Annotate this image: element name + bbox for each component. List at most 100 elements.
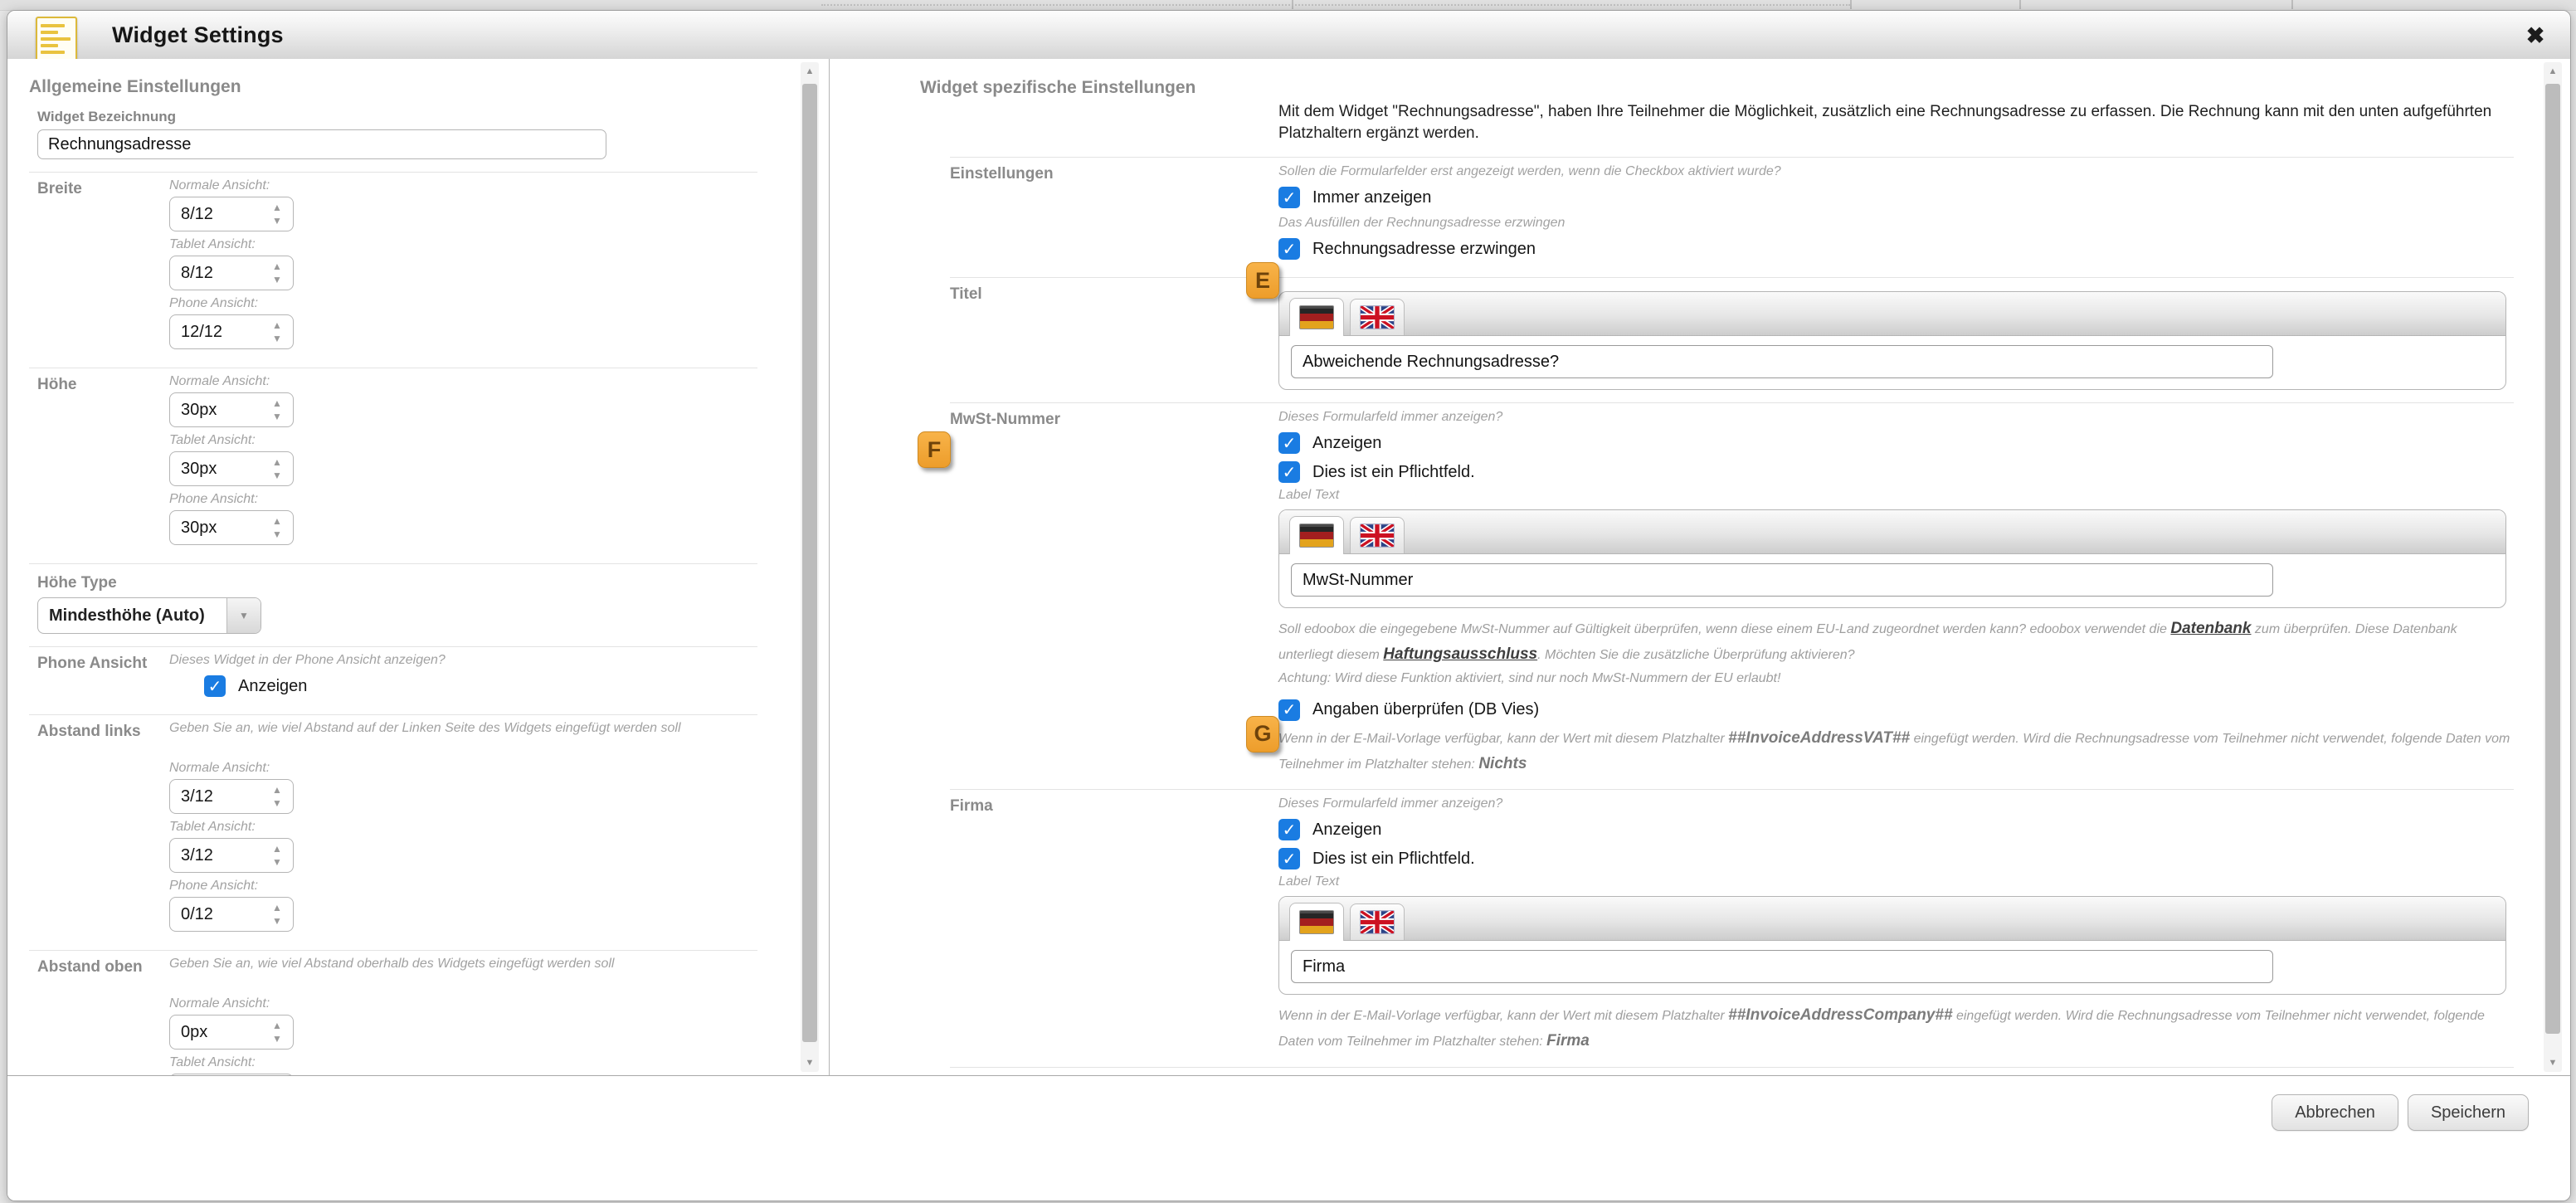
tab-language-de[interactable] bbox=[1289, 516, 1344, 554]
disclaimer-link[interactable]: Haftungsausschluss bbox=[1383, 645, 1537, 663]
checkbox-label: Immer anzeigen bbox=[1312, 188, 1431, 207]
close-button[interactable] bbox=[2519, 21, 2552, 51]
scroll-down-icon[interactable] bbox=[801, 1054, 819, 1072]
settings-hint-2: Das Ausfüllen der Rechnungsadresse erzwi… bbox=[1278, 216, 2514, 231]
scroll-up-icon[interactable] bbox=[2544, 62, 2562, 80]
company-label-de-input[interactable] bbox=[1291, 950, 2273, 983]
vat-row: F MwSt-Nummer Dieses Formularfeld immer … bbox=[950, 410, 2514, 777]
force-invoice-address-checkbox[interactable] bbox=[1278, 238, 1300, 260]
margin-left-phone-stepper[interactable]: 0/12 bbox=[169, 897, 294, 932]
title-de-input[interactable] bbox=[1291, 345, 2273, 378]
divider bbox=[950, 789, 2514, 790]
company-show-checkbox[interactable] bbox=[1278, 819, 1300, 840]
tab-language-de[interactable] bbox=[1289, 903, 1344, 941]
height-normal-stepper[interactable]: 30px bbox=[169, 392, 294, 427]
spin-up-icon[interactable] bbox=[261, 901, 293, 914]
height-tablet-stepper[interactable]: 30px bbox=[169, 451, 294, 486]
spin-down-icon[interactable] bbox=[261, 914, 293, 928]
vat-label-de-input[interactable] bbox=[1291, 563, 2273, 597]
widget-name-label: Widget Bezeichnung bbox=[37, 109, 757, 125]
save-button[interactable]: Speichern bbox=[2408, 1094, 2529, 1131]
spin-up-icon[interactable] bbox=[261, 260, 293, 273]
spin-down-icon[interactable] bbox=[261, 796, 293, 810]
tab-language-en[interactable] bbox=[1350, 517, 1405, 553]
vies-text: Soll edoobox die eingegebene MwSt-Nummer… bbox=[1278, 622, 2170, 636]
settings-hint-1: Sollen die Formularfelder erst angezeigt… bbox=[1278, 164, 2514, 179]
margin-left-hint: Geben Sie an, wie viel Abstand auf der L… bbox=[169, 721, 757, 736]
width-tablet-stepper[interactable]: 8/12 bbox=[169, 256, 294, 290]
height-phone-stepper[interactable]: 30px bbox=[169, 510, 294, 545]
always-show-checkbox[interactable] bbox=[1278, 187, 1300, 208]
vat-required-checkbox[interactable] bbox=[1278, 461, 1300, 483]
spin-down-icon[interactable] bbox=[261, 273, 293, 286]
view-tablet-label: Tablet Ansicht: bbox=[169, 237, 757, 252]
tab-language-en[interactable] bbox=[1350, 903, 1405, 940]
margin-top-normal-stepper[interactable]: 0px bbox=[169, 1015, 294, 1050]
stepper-value: 30px bbox=[170, 393, 261, 426]
widget-settings-dialog: Widget Settings Allgemeine Einstellungen… bbox=[7, 10, 2571, 1201]
database-link[interactable]: Datenbank bbox=[2170, 620, 2251, 637]
left-pane-scrollbar[interactable] bbox=[801, 62, 819, 1072]
width-normal-stepper[interactable]: 8/12 bbox=[169, 197, 294, 231]
spin-up-icon[interactable] bbox=[261, 514, 293, 528]
spin-down-icon[interactable] bbox=[261, 214, 293, 227]
spin-down-icon[interactable] bbox=[261, 469, 293, 482]
tab-language-en[interactable] bbox=[1350, 299, 1405, 335]
vies-text: . Möchten Sie die zusätzliche Überprüfun… bbox=[1537, 648, 1854, 662]
vat-label: MwSt-Nummer bbox=[950, 410, 1278, 777]
margin-left-normal-stepper[interactable]: 3/12 bbox=[169, 779, 294, 814]
cancel-button[interactable]: Abbrechen bbox=[2272, 1094, 2398, 1131]
spin-up-icon[interactable] bbox=[261, 783, 293, 796]
spin-up-icon[interactable] bbox=[261, 1019, 293, 1032]
title-label: Titel bbox=[950, 285, 1278, 390]
vat-show-checkbox[interactable] bbox=[1278, 432, 1300, 454]
spin-down-icon[interactable] bbox=[261, 528, 293, 541]
stepper-value: 30px bbox=[170, 452, 261, 485]
vat-placeholder-code: ##InvoiceAddressVAT## bbox=[1728, 729, 1910, 747]
general-settings-pane: Allgemeine Einstellungen Widget Bezeichn… bbox=[7, 59, 830, 1075]
right-pane-scrollbar[interactable] bbox=[2544, 62, 2562, 1072]
checkbox-label: Anzeigen bbox=[1312, 821, 1381, 840]
company-required-checkbox[interactable] bbox=[1278, 848, 1300, 869]
scrollbar-thumb[interactable] bbox=[802, 84, 817, 1042]
view-phone-label: Phone Ansicht: bbox=[169, 296, 757, 311]
spin-down-icon[interactable] bbox=[261, 332, 293, 345]
phone-view-show-checkbox[interactable] bbox=[204, 675, 226, 697]
checkbox-label: Dies ist ein Pflichtfeld. bbox=[1312, 850, 1475, 869]
chevron-down-icon bbox=[226, 598, 261, 633]
widget-name-input[interactable] bbox=[37, 129, 606, 159]
width-phone-stepper[interactable]: 12/12 bbox=[169, 314, 294, 349]
spin-down-icon[interactable] bbox=[261, 855, 293, 869]
spin-up-icon[interactable] bbox=[261, 842, 293, 855]
spin-up-icon[interactable] bbox=[261, 319, 293, 332]
stepper-arrows bbox=[261, 315, 293, 348]
vat-verify-checkbox[interactable] bbox=[1278, 699, 1300, 721]
height-type-select[interactable]: Mindesthöhe (Auto) bbox=[37, 597, 261, 634]
view-phone-label: Phone Ansicht: bbox=[169, 492, 757, 507]
german-flag-icon bbox=[1299, 305, 1334, 329]
view-normal-label: Normale Ansicht: bbox=[169, 374, 757, 389]
divider bbox=[29, 714, 757, 715]
stepper-value: 3/12 bbox=[170, 780, 261, 813]
spin-up-icon[interactable] bbox=[261, 201, 293, 214]
scroll-up-icon[interactable] bbox=[801, 62, 819, 80]
spin-up-icon[interactable] bbox=[261, 397, 293, 410]
tab-language-de[interactable] bbox=[1289, 298, 1344, 336]
hint-marker-f: F bbox=[918, 431, 951, 468]
divider bbox=[29, 563, 757, 564]
spin-down-icon[interactable] bbox=[261, 1032, 293, 1045]
language-tabstrip bbox=[1279, 510, 2505, 554]
language-tabstrip bbox=[1279, 292, 2505, 336]
margin-left-tablet-stepper[interactable]: 3/12 bbox=[169, 838, 294, 873]
spin-up-icon[interactable] bbox=[261, 455, 293, 469]
uk-flag-icon bbox=[1360, 524, 1395, 548]
label-text-hint: Label Text bbox=[1278, 488, 2514, 503]
settings-label: Einstellungen bbox=[950, 164, 1278, 265]
widget-intro-text: Mit dem Widget "Rechnungsadresse", haben… bbox=[1278, 101, 2514, 144]
uk-flag-icon bbox=[1360, 910, 1395, 934]
scrollbar-thumb[interactable] bbox=[2545, 84, 2560, 1034]
spin-down-icon[interactable] bbox=[261, 410, 293, 423]
company-placeholder-default: Firma bbox=[1546, 1032, 1590, 1050]
scroll-down-icon[interactable] bbox=[2544, 1054, 2562, 1072]
widget-settings-icon bbox=[36, 17, 77, 61]
